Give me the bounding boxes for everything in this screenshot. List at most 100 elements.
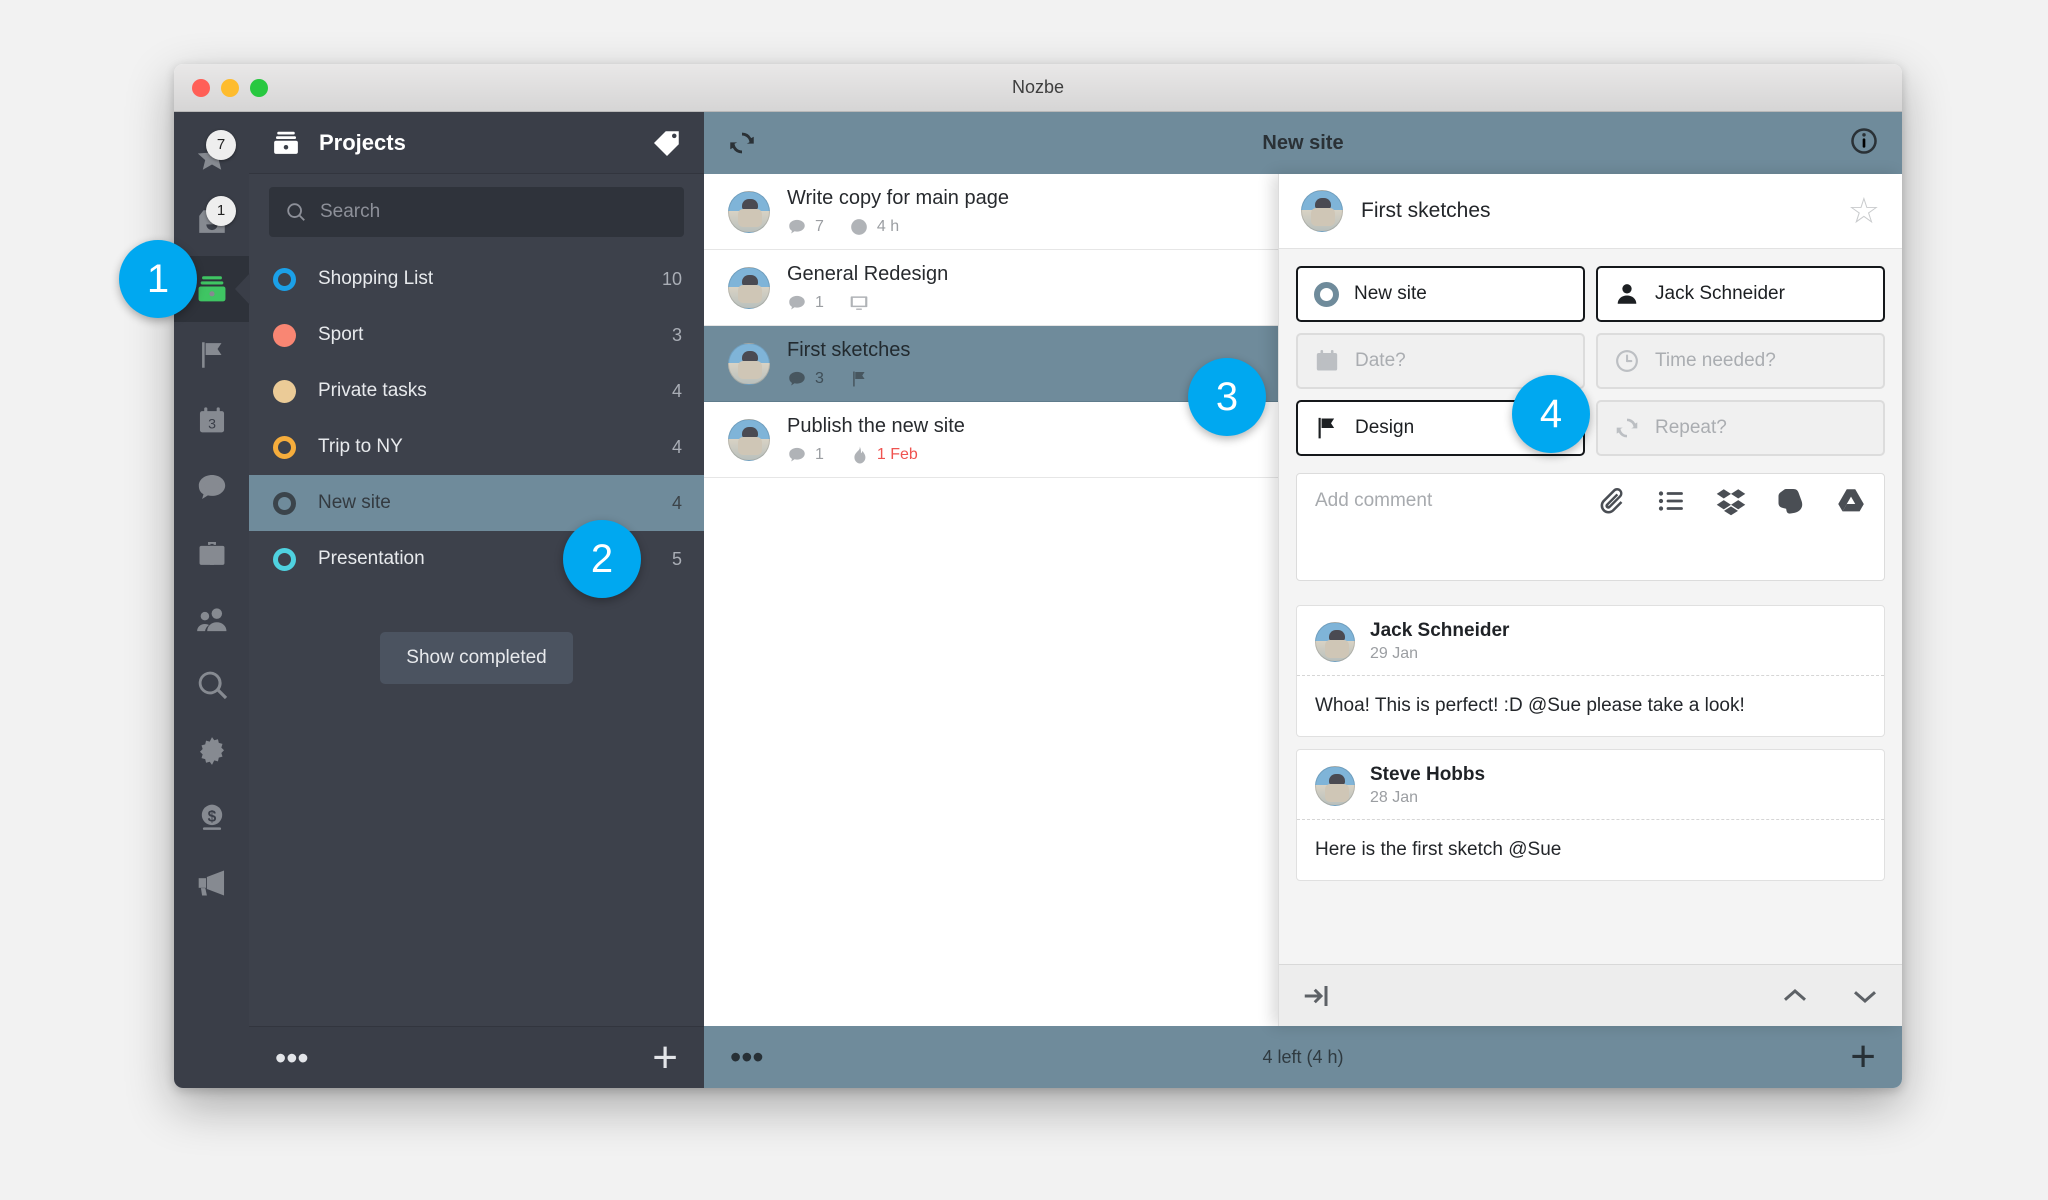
project-row[interactable]: Trip to NY 4 [249, 419, 704, 475]
comment: Steve Hobbs 28 Jan Here is the first sketc… [1296, 749, 1885, 881]
comment-composer[interactable]: Add comment [1296, 473, 1885, 581]
comment-icon [789, 371, 805, 385]
task-time: 4 h [876, 217, 900, 235]
tasks-body: Write copy for main page 7 4 h General Rede… [704, 174, 1902, 1026]
rail-item-settings[interactable] [174, 718, 249, 784]
flag-icon [853, 371, 865, 386]
rail-item-billing[interactable]: $ [174, 784, 249, 850]
screenshot-root: Nozbe 7 1 3 $ Projects Search Shopping L… [0, 0, 2048, 1200]
project-row[interactable]: Private tasks 4 [249, 363, 704, 419]
project-row[interactable]: New site 4 [249, 475, 704, 531]
attribute-label: Time needed? [1655, 350, 1776, 371]
project-row[interactable]: Shopping List 10 [249, 251, 704, 307]
add-project-button[interactable]: + [652, 1035, 678, 1080]
calendar-icon [1316, 349, 1338, 371]
attribute-assignee[interactable]: Jack Schneider [1596, 266, 1885, 322]
show-completed-button[interactable]: Show completed [380, 631, 573, 684]
projects-footer: ••• + [249, 1026, 704, 1088]
avatar [728, 266, 770, 309]
attachment-icon[interactable] [1596, 486, 1626, 516]
detail-task-title: First sketches [1361, 199, 1491, 222]
task-title: Write copy for main page [787, 186, 1009, 209]
flag-icon [201, 342, 221, 368]
project-ring-icon [1314, 281, 1339, 307]
tag-icon[interactable] [652, 128, 682, 158]
briefcase-icon [199, 541, 224, 565]
window-body: 7 1 3 $ Projects Search Shopping List 10… [174, 112, 1902, 1088]
billing-icon: $ [201, 804, 222, 830]
comment-identity: Jack Schneider 29 Jan [1370, 620, 1509, 663]
comment-author: Jack Schneider [1370, 620, 1510, 641]
project-color-dot [273, 267, 296, 291]
avatar [1315, 621, 1355, 662]
project-count: 4 [671, 492, 682, 513]
avatar [1315, 765, 1355, 806]
task-title: First sketches [787, 338, 911, 361]
tasks-title: New site [1262, 131, 1344, 154]
rail-item-briefcase[interactable] [174, 520, 249, 586]
rail-item-megaphone[interactable] [174, 850, 249, 916]
tasks-summary: 4 left (4 h) [1262, 1046, 1344, 1067]
comment-icon [789, 447, 805, 461]
svg-text:3: 3 [208, 416, 216, 432]
calendar-icon: 3 [199, 407, 224, 432]
task-row[interactable]: General Redesign 1 [704, 250, 1278, 326]
rail-item-inbox[interactable]: 1 [174, 190, 249, 256]
rail-item-comments[interactable] [174, 454, 249, 520]
tasks-more-button[interactable]: ••• [730, 1041, 764, 1073]
search-box[interactable] [269, 187, 684, 237]
comment-icon [789, 219, 805, 233]
attribute-project[interactable]: New site [1296, 266, 1585, 322]
google-drive-icon[interactable] [1836, 486, 1866, 516]
add-comment-placeholder: Add comment [1315, 490, 1433, 511]
search-icon [198, 671, 227, 700]
detail-header: First sketches ☆ [1279, 174, 1902, 249]
tasks-panel: New site Write copy for main page 7 4 h Gen… [704, 112, 1902, 1088]
detail-footer [1279, 964, 1902, 1026]
repeat-icon [1616, 418, 1638, 438]
team-icon [196, 608, 226, 632]
task-badges: 3 [787, 369, 910, 389]
projects-more-button[interactable]: ••• [275, 1042, 309, 1074]
comments-icon [198, 474, 225, 500]
indent-icon[interactable] [1301, 981, 1331, 1011]
project-count: 10 [661, 268, 682, 289]
task-badges: 7 4 h [787, 217, 1009, 237]
rail-item-flag[interactable] [174, 322, 249, 388]
window-title: Nozbe [1011, 77, 1065, 97]
attribute-label: New site [1354, 283, 1427, 304]
favorite-star-button[interactable]: ☆ [1848, 193, 1880, 229]
info-button[interactable] [1848, 125, 1880, 162]
task-row[interactable]: Write copy for main page 7 4 h [704, 174, 1278, 250]
comment-text: Whoa! This is perfect! :D @Sue please ta… [1297, 675, 1884, 736]
sync-icon[interactable] [726, 127, 758, 159]
project-color-dot [273, 547, 296, 571]
rail-item-team[interactable] [174, 586, 249, 652]
dropbox-icon[interactable] [1716, 486, 1746, 516]
rail-item-search[interactable] [174, 652, 249, 718]
project-label: Sport [318, 324, 364, 345]
task-list: Write copy for main page 7 4 h General Rede… [704, 174, 1278, 1026]
chevron-up-icon[interactable] [1780, 981, 1810, 1011]
search-icon [287, 203, 305, 221]
rail-item-star[interactable]: 7 [174, 124, 249, 190]
tasks-header: New site [704, 112, 1902, 174]
comment-header: Steve Hobbs 28 Jan [1297, 750, 1884, 819]
evernote-icon[interactable] [1776, 486, 1806, 516]
task-meta: General Redesign 1 [787, 263, 948, 313]
callout-4: 4 [1512, 375, 1590, 453]
project-row[interactable]: Sport 3 [249, 307, 704, 363]
attribute-repeat[interactable]: Repeat? [1596, 400, 1885, 456]
chevron-down-icon[interactable] [1850, 981, 1880, 1011]
attribute-time-needed[interactable]: Time needed? [1596, 333, 1885, 389]
task-due-date: 1 Feb [876, 445, 918, 463]
task-comment-count: 7 [815, 217, 824, 235]
callout-3: 3 [1188, 358, 1266, 436]
detail-nav [1780, 981, 1880, 1011]
search-input[interactable] [320, 201, 668, 223]
checklist-icon[interactable] [1656, 486, 1686, 516]
comment-author: Steve Hobbs [1370, 764, 1486, 785]
projects-panel: Projects Shopping List 10 Sport 3 Private ta… [249, 112, 704, 1088]
rail-item-calendar[interactable]: 3 [174, 388, 249, 454]
add-task-button[interactable]: + [1850, 1035, 1876, 1079]
